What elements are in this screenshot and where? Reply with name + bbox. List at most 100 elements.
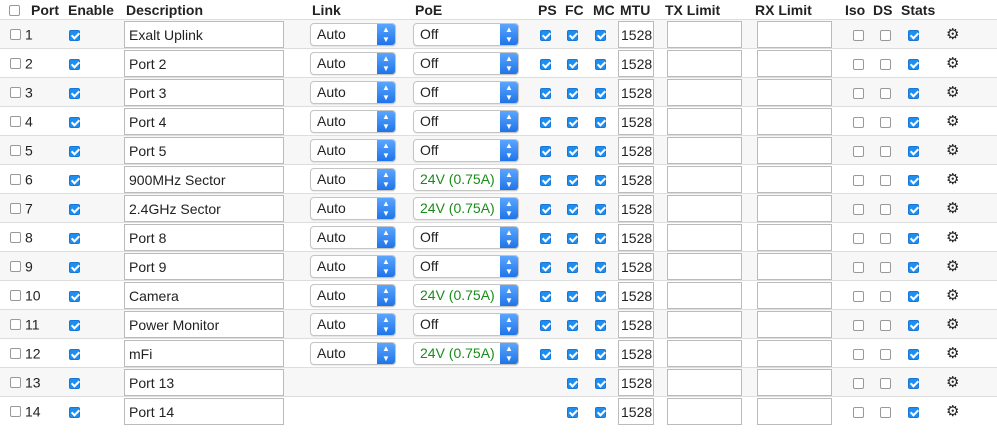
fc-checkbox[interactable]	[567, 87, 578, 99]
ps-checkbox[interactable]	[540, 58, 551, 70]
enable-checkbox[interactable]	[69, 290, 80, 302]
iso-checkbox[interactable]	[853, 319, 864, 331]
fc-checkbox[interactable]	[567, 203, 578, 215]
poe-select[interactable]: Off ▲ ▼	[413, 51, 519, 75]
rx-limit-input[interactable]	[757, 252, 832, 280]
iso-checkbox[interactable]	[853, 174, 864, 186]
port-select-checkbox[interactable]	[10, 319, 21, 331]
fc-checkbox[interactable]	[567, 174, 578, 186]
enable-checkbox[interactable]	[69, 406, 80, 418]
ds-checkbox[interactable]	[880, 87, 891, 99]
gear-icon[interactable]: ⚙	[946, 84, 959, 101]
ps-checkbox[interactable]	[540, 261, 551, 273]
mc-checkbox[interactable]	[595, 377, 606, 389]
gear-icon[interactable]: ⚙	[946, 26, 959, 43]
iso-checkbox[interactable]	[853, 377, 864, 389]
description-input[interactable]: Port 3	[124, 78, 284, 106]
mc-checkbox[interactable]	[595, 87, 606, 99]
enable-checkbox[interactable]	[69, 116, 80, 128]
mtu-input[interactable]: 1528	[618, 194, 654, 222]
mc-checkbox[interactable]	[595, 290, 606, 302]
stats-checkbox[interactable]	[908, 377, 919, 389]
description-input[interactable]: Port 2	[124, 49, 284, 77]
description-input[interactable]: mFi	[124, 339, 284, 367]
ps-checkbox[interactable]	[540, 348, 551, 360]
description-input[interactable]: Camera	[124, 281, 284, 309]
enable-checkbox[interactable]	[69, 319, 80, 331]
tx-limit-input[interactable]	[667, 368, 742, 396]
enable-checkbox[interactable]	[69, 87, 80, 99]
poe-select[interactable]: Off ▲ ▼	[413, 312, 519, 336]
iso-checkbox[interactable]	[853, 348, 864, 360]
mtu-input[interactable]: 1528	[618, 310, 654, 338]
iso-checkbox[interactable]	[853, 232, 864, 244]
port-select-checkbox[interactable]	[10, 232, 21, 244]
description-input[interactable]: Port 14	[124, 397, 284, 425]
poe-select[interactable]: Off ▲ ▼	[413, 22, 519, 46]
port-select-checkbox[interactable]	[10, 406, 21, 418]
gear-icon[interactable]: ⚙	[946, 229, 959, 246]
stats-checkbox[interactable]	[908, 232, 919, 244]
link-select[interactable]: Auto ▲ ▼	[310, 22, 396, 46]
mtu-input[interactable]: 1528	[618, 20, 654, 48]
gear-icon[interactable]: ⚙	[946, 142, 959, 159]
poe-select[interactable]: Off ▲ ▼	[413, 138, 519, 162]
mc-checkbox[interactable]	[595, 261, 606, 273]
port-select-checkbox[interactable]	[10, 203, 21, 215]
ps-checkbox[interactable]	[540, 203, 551, 215]
fc-checkbox[interactable]	[567, 116, 578, 128]
tx-limit-input[interactable]	[667, 397, 742, 425]
tx-limit-input[interactable]	[667, 136, 742, 164]
tx-limit-input[interactable]	[667, 194, 742, 222]
description-input[interactable]: 2.4GHz Sector	[124, 194, 284, 222]
poe-select[interactable]: 24V (0.75A) ▲ ▼	[413, 283, 519, 307]
stats-checkbox[interactable]	[908, 145, 919, 157]
link-select[interactable]: Auto ▲ ▼	[310, 51, 396, 75]
rx-limit-input[interactable]	[757, 165, 832, 193]
mc-checkbox[interactable]	[595, 203, 606, 215]
enable-checkbox[interactable]	[69, 29, 80, 41]
fc-checkbox[interactable]	[567, 377, 578, 389]
gear-icon[interactable]: ⚙	[946, 258, 959, 275]
link-select[interactable]: Auto ▲ ▼	[310, 196, 396, 220]
rx-limit-input[interactable]	[757, 136, 832, 164]
port-select-checkbox[interactable]	[10, 348, 21, 360]
ds-checkbox[interactable]	[880, 29, 891, 41]
tx-limit-input[interactable]	[667, 49, 742, 77]
mtu-input[interactable]: 1528	[618, 165, 654, 193]
link-select[interactable]: Auto ▲ ▼	[310, 341, 396, 365]
description-input[interactable]: Port 9	[124, 252, 284, 280]
gear-icon[interactable]: ⚙	[946, 287, 959, 304]
rx-limit-input[interactable]	[757, 368, 832, 396]
stats-checkbox[interactable]	[908, 29, 919, 41]
mtu-input[interactable]: 1528	[618, 78, 654, 106]
stats-checkbox[interactable]	[908, 261, 919, 273]
gear-icon[interactable]: ⚙	[946, 171, 959, 188]
ds-checkbox[interactable]	[880, 232, 891, 244]
description-input[interactable]: 900MHz Sector	[124, 165, 284, 193]
stats-checkbox[interactable]	[908, 203, 919, 215]
mc-checkbox[interactable]	[595, 174, 606, 186]
port-select-checkbox[interactable]	[10, 174, 21, 186]
rx-limit-input[interactable]	[757, 223, 832, 251]
mc-checkbox[interactable]	[595, 232, 606, 244]
port-select-checkbox[interactable]	[10, 290, 21, 302]
ds-checkbox[interactable]	[880, 290, 891, 302]
tx-limit-input[interactable]	[667, 165, 742, 193]
link-select[interactable]: Auto ▲ ▼	[310, 283, 396, 307]
mc-checkbox[interactable]	[595, 319, 606, 331]
mtu-input[interactable]: 1528	[618, 397, 654, 425]
link-select[interactable]: Auto ▲ ▼	[310, 312, 396, 336]
rx-limit-input[interactable]	[757, 78, 832, 106]
iso-checkbox[interactable]	[853, 203, 864, 215]
poe-select[interactable]: Off ▲ ▼	[413, 254, 519, 278]
enable-checkbox[interactable]	[69, 58, 80, 70]
link-select[interactable]: Auto ▲ ▼	[310, 109, 396, 133]
ps-checkbox[interactable]	[540, 29, 551, 41]
tx-limit-input[interactable]	[667, 223, 742, 251]
ds-checkbox[interactable]	[880, 116, 891, 128]
description-input[interactable]: Port 13	[124, 368, 284, 396]
description-input[interactable]: Port 5	[124, 136, 284, 164]
rx-limit-input[interactable]	[757, 20, 832, 48]
ps-checkbox[interactable]	[540, 116, 551, 128]
